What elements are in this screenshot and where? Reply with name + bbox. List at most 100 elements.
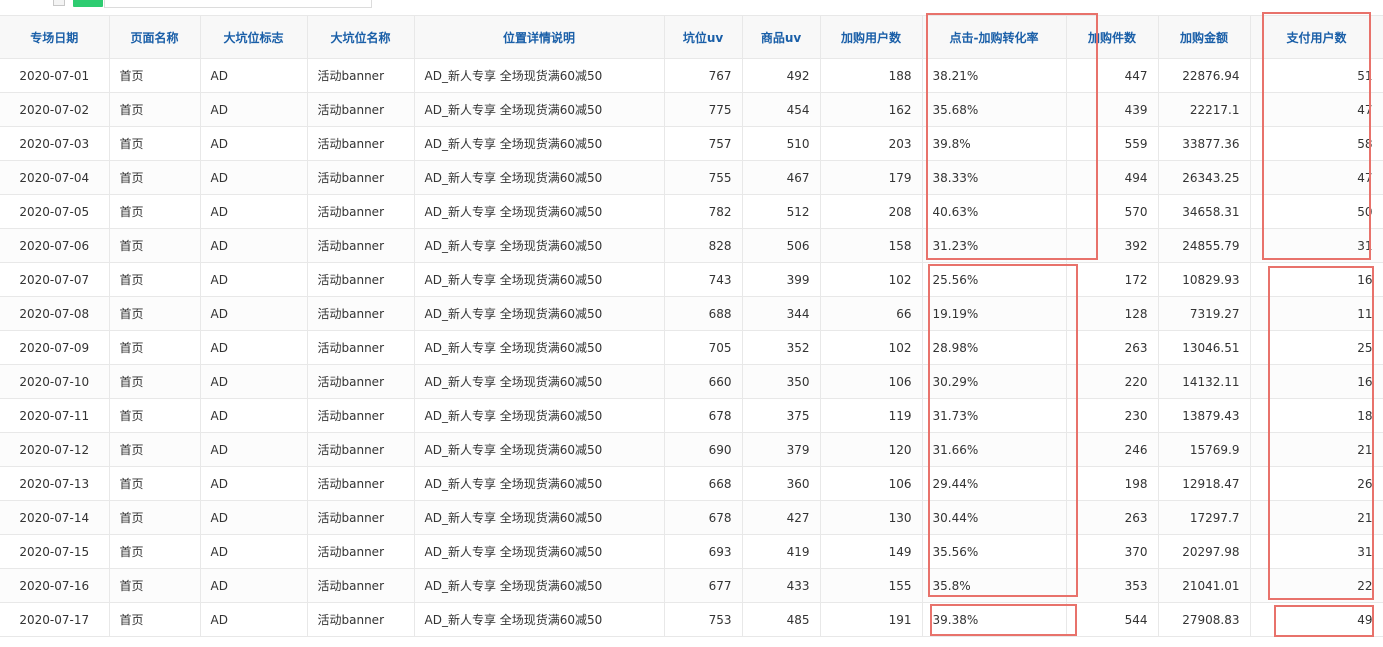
cell-slot-uv: 782 [664, 194, 743, 229]
cell-paying-users: 58 [1250, 126, 1383, 161]
cell-date: 2020-07-05 [0, 194, 110, 229]
column-header-cart-amount[interactable]: 加购金额 [1158, 15, 1251, 59]
cell-cart-items: 439 [1066, 92, 1159, 127]
column-header-slot-uv[interactable]: 坑位uv [664, 15, 743, 59]
cell-slot-flag: AD [200, 194, 308, 229]
cell-product-uv: 419 [742, 534, 821, 569]
column-header-slot-flag[interactable]: 大坑位标志 [200, 15, 308, 59]
cell-product-uv: 427 [742, 500, 821, 535]
table-row[interactable]: 2020-07-17 首页 AD 活动banner AD_新人专享 全场现货满60减50… [0, 602, 1383, 637]
table-row[interactable]: 2020-07-16 首页 AD 活动banner AD_新人专享 全场现货满60减50… [0, 568, 1383, 603]
cell-date: 2020-07-07 [0, 262, 110, 297]
cell-slot-uv: 767 [664, 58, 743, 93]
column-header-slot-name[interactable]: 大坑位名称 [307, 15, 415, 59]
cell-click-cart-rate: 35.68% [922, 92, 1067, 127]
cell-page-name: 首页 [109, 568, 201, 603]
table-row[interactable]: 2020-07-03 首页 AD 活动banner AD_新人专享 全场现货满60减50… [0, 126, 1383, 161]
column-header-click-cart-rate[interactable]: 点击-加购转化率 [922, 15, 1067, 59]
cell-slot-name: 活动banner [307, 432, 415, 467]
cell-slot-uv: 753 [664, 602, 743, 637]
cell-position-detail: AD_新人专享 全场现货满60减50 [414, 126, 665, 161]
cell-date: 2020-07-15 [0, 534, 110, 569]
table-row[interactable]: 2020-07-08 首页 AD 活动banner AD_新人专享 全场现货满60减50… [0, 296, 1383, 331]
cell-slot-name: 活动banner [307, 92, 415, 127]
table-row[interactable]: 2020-07-11 首页 AD 活动banner AD_新人专享 全场现货满60减50… [0, 398, 1383, 433]
table-row[interactable]: 2020-07-15 首页 AD 活动banner AD_新人专享 全场现货满60减50… [0, 534, 1383, 569]
column-header-cart-users[interactable]: 加购用户数 [820, 15, 923, 59]
column-header-product-uv[interactable]: 商品uv [742, 15, 821, 59]
cell-paying-users: 31 [1250, 228, 1383, 263]
cell-paying-users: 26 [1250, 466, 1383, 501]
cell-slot-name: 活动banner [307, 262, 415, 297]
table-row[interactable]: 2020-07-09 首页 AD 活动banner AD_新人专享 全场现货满60减50… [0, 330, 1383, 365]
table-row[interactable]: 2020-07-06 首页 AD 活动banner AD_新人专享 全场现货满60减50… [0, 228, 1383, 263]
cell-slot-name: 活动banner [307, 568, 415, 603]
cell-product-uv: 485 [742, 602, 821, 637]
cell-cart-users: 158 [820, 228, 923, 263]
cell-position-detail: AD_新人专享 全场现货满60减50 [414, 500, 665, 535]
cell-paying-users: 47 [1250, 160, 1383, 195]
cell-product-uv: 512 [742, 194, 821, 229]
cell-product-uv: 433 [742, 568, 821, 603]
cell-cart-amount: 13046.51 [1158, 330, 1251, 365]
cell-cart-amount: 22217.1 [1158, 92, 1251, 127]
cell-cart-items: 570 [1066, 194, 1159, 229]
cell-position-detail: AD_新人专享 全场现货满60减50 [414, 160, 665, 195]
cell-cart-amount: 21041.01 [1158, 568, 1251, 603]
cell-position-detail: AD_新人专享 全场现货满60减50 [414, 330, 665, 365]
column-header-page-name[interactable]: 页面名称 [109, 15, 201, 59]
cell-slot-uv: 693 [664, 534, 743, 569]
select-all-checkbox[interactable] [53, 0, 65, 6]
cell-position-detail: AD_新人专享 全场现货满60减50 [414, 602, 665, 637]
cell-click-cart-rate: 35.56% [922, 534, 1067, 569]
cell-cart-users: 102 [820, 330, 923, 365]
cell-product-uv: 492 [742, 58, 821, 93]
table-row[interactable]: 2020-07-05 首页 AD 活动banner AD_新人专享 全场现货满60减50… [0, 194, 1383, 229]
cell-paying-users: 49 [1250, 602, 1383, 637]
cell-slot-name: 活动banner [307, 228, 415, 263]
column-header-paying-users[interactable]: 支付用户数 [1250, 15, 1383, 59]
cell-slot-name: 活动banner [307, 194, 415, 229]
table-row[interactable]: 2020-07-12 首页 AD 活动banner AD_新人专享 全场现货满60减50… [0, 432, 1383, 467]
cell-position-detail: AD_新人专享 全场现货满60减50 [414, 466, 665, 501]
cell-click-cart-rate: 28.98% [922, 330, 1067, 365]
table-row[interactable]: 2020-07-13 首页 AD 活动banner AD_新人专享 全场现货满60减50… [0, 466, 1383, 501]
cell-slot-name: 活动banner [307, 58, 415, 93]
table-row[interactable]: 2020-07-14 首页 AD 活动banner AD_新人专享 全场现货满60减50… [0, 500, 1383, 535]
table-row[interactable]: 2020-07-02 首页 AD 活动banner AD_新人专享 全场现货满60减50… [0, 92, 1383, 127]
cell-cart-items: 220 [1066, 364, 1159, 399]
cell-date: 2020-07-13 [0, 466, 110, 501]
action-button[interactable] [73, 0, 103, 7]
column-header-position-detail[interactable]: 位置详情说明 [414, 15, 665, 59]
cell-page-name: 首页 [109, 92, 201, 127]
cell-click-cart-rate: 31.73% [922, 398, 1067, 433]
cell-position-detail: AD_新人专享 全场现货满60减50 [414, 398, 665, 433]
cell-page-name: 首页 [109, 602, 201, 637]
cell-paying-users: 21 [1250, 432, 1383, 467]
cell-slot-flag: AD [200, 602, 308, 637]
cell-date: 2020-07-11 [0, 398, 110, 433]
cell-cart-amount: 27908.83 [1158, 602, 1251, 637]
cell-date: 2020-07-04 [0, 160, 110, 195]
table-row[interactable]: 2020-07-07 首页 AD 活动banner AD_新人专享 全场现货满60减50… [0, 262, 1383, 297]
cell-slot-name: 活动banner [307, 330, 415, 365]
cell-product-uv: 467 [742, 160, 821, 195]
cell-position-detail: AD_新人专享 全场现货满60减50 [414, 262, 665, 297]
filter-input[interactable] [104, 0, 372, 8]
cell-page-name: 首页 [109, 228, 201, 263]
cell-product-uv: 506 [742, 228, 821, 263]
cell-slot-flag: AD [200, 330, 308, 365]
toolbar [0, 0, 1383, 14]
cell-slot-name: 活动banner [307, 466, 415, 501]
cell-product-uv: 344 [742, 296, 821, 331]
data-table: 专场日期 页面名称 大坑位标志 大坑位名称 位置详情说明 坑位uv 商品uv 加… [0, 15, 1383, 637]
column-header-cart-items[interactable]: 加购件数 [1066, 15, 1159, 59]
table-row[interactable]: 2020-07-01 首页 AD 活动banner AD_新人专享 全场现货满60减50… [0, 58, 1383, 93]
table-row[interactable]: 2020-07-10 首页 AD 活动banner AD_新人专享 全场现货满60减50… [0, 364, 1383, 399]
table-row[interactable]: 2020-07-04 首页 AD 活动banner AD_新人专享 全场现货满60减50… [0, 160, 1383, 195]
cell-cart-users: 106 [820, 364, 923, 399]
cell-slot-flag: AD [200, 466, 308, 501]
cell-slot-uv: 688 [664, 296, 743, 331]
column-header-date[interactable]: 专场日期 [0, 15, 110, 59]
cell-cart-amount: 24855.79 [1158, 228, 1251, 263]
